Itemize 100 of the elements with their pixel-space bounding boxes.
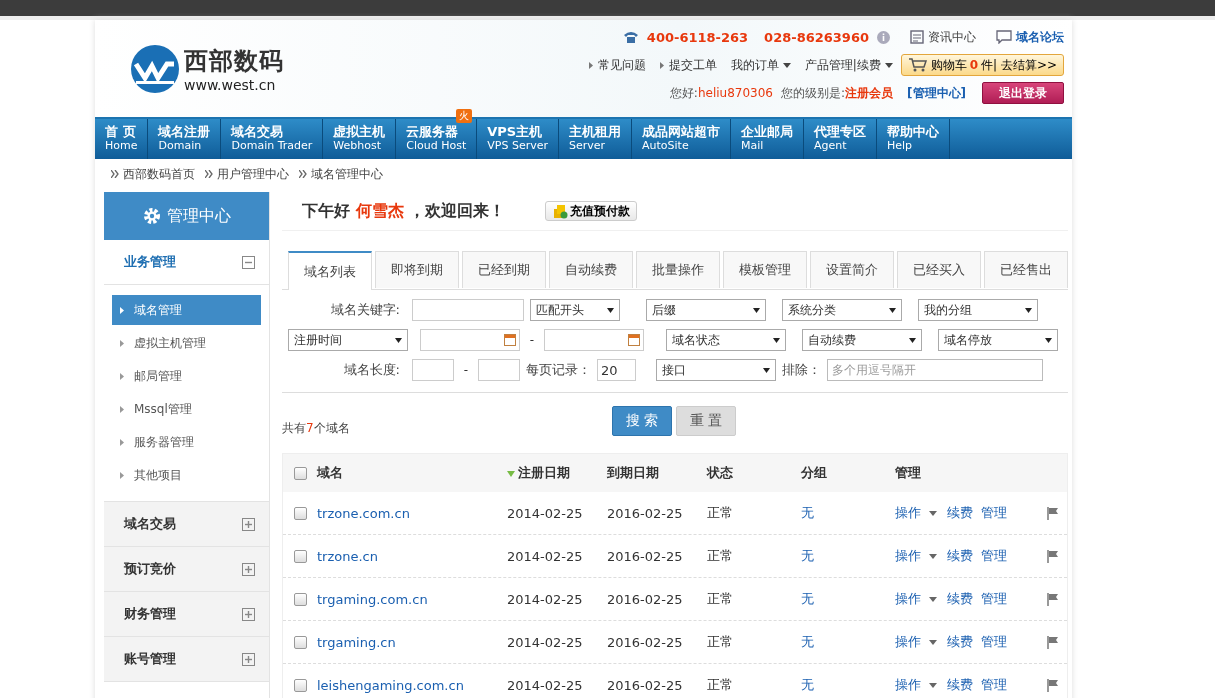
action-link[interactable]: 续费 [947, 676, 973, 694]
date-field[interactable] [420, 329, 520, 351]
sidebar-item[interactable]: 邮局管理 [112, 361, 261, 391]
checkbox[interactable] [293, 592, 307, 606]
search-button[interactable]: 搜 索 [612, 406, 672, 436]
minus-box-icon[interactable] [242, 255, 255, 269]
action-link[interactable]: 续费 [947, 504, 973, 522]
tab[interactable]: 已经买入 [897, 251, 981, 288]
domain-link[interactable]: trgaming.cn [317, 634, 396, 650]
group-link[interactable]: 无 [801, 634, 814, 649]
sidebar-item[interactable]: 服务器管理 [112, 427, 261, 457]
action-link[interactable]: 续费 [947, 590, 973, 608]
sidebar-item[interactable]: Mssql管理 [112, 394, 261, 424]
sidebar-item[interactable]: 其他项目 [112, 460, 261, 490]
table-cell: 2016-02-25 [607, 634, 683, 650]
admin-link[interactable]: [管理中心] [907, 84, 966, 102]
bullet-icon [120, 372, 124, 380]
dropdown[interactable]: 自动续费 [802, 329, 922, 351]
action-link[interactable]: 管理 [981, 590, 1007, 608]
column-header[interactable]: 分组 [801, 465, 827, 480]
input-field[interactable] [412, 359, 454, 381]
column-header[interactable]: 到期日期 [607, 465, 659, 480]
domain-link[interactable]: trzone.cn [317, 548, 378, 564]
sidebar-item[interactable]: 虚拟主机管理 [112, 328, 261, 358]
dropdown[interactable]: 我的分组 [918, 299, 1038, 321]
cart-icon [907, 58, 928, 72]
column-header[interactable]: 注册日期 [507, 465, 570, 480]
sidebar-group[interactable]: 预订竞价 [104, 547, 269, 592]
checkbox[interactable] [293, 635, 307, 649]
action-link[interactable]: 续费 [947, 633, 973, 651]
action-link[interactable]: 续费 [947, 547, 973, 565]
dropdown[interactable]: 系统分类 [782, 299, 902, 321]
tab[interactable]: 模板管理 [723, 251, 807, 288]
tab[interactable]: 已经到期 [462, 251, 546, 288]
domain-link[interactable]: trzone.com.cn [317, 505, 410, 521]
cart-button[interactable]: 购物车 0 件| 去结算>> [900, 54, 1064, 76]
plus-box-icon[interactable] [242, 652, 255, 666]
sidebar-group[interactable]: 财务管理 [104, 592, 269, 637]
tab[interactable]: 自动续费 [549, 251, 633, 288]
flag-icon [1047, 506, 1059, 520]
sidebar-group[interactable]: 账号管理 [104, 637, 269, 682]
breadcrumb-link[interactable]: 西部数码首页 [123, 165, 195, 183]
column-header[interactable]: 域名 [317, 465, 343, 480]
reset-button[interactable]: 重 置 [676, 406, 736, 436]
dropdown[interactable]: 域名状态 [666, 329, 786, 351]
sidebar-title-text: 管理中心 [166, 205, 231, 227]
logout-button[interactable]: 退出登录 [982, 82, 1064, 104]
tab[interactable]: 批量操作 [636, 251, 720, 288]
checkbox[interactable] [293, 506, 307, 520]
action-link[interactable]: 管理 [981, 676, 1007, 694]
top-link[interactable]: 资讯中心 [928, 28, 976, 46]
action-link[interactable]: 操作 [895, 676, 921, 694]
menu-link[interactable]: 常见问题 [588, 56, 646, 74]
domain-link[interactable]: trgaming.com.cn [317, 591, 428, 607]
flag-icon [1047, 678, 1059, 692]
input-field[interactable]: 20 [597, 359, 636, 381]
action-link[interactable]: 管理 [981, 504, 1007, 522]
news-icon [910, 30, 924, 44]
checkbox[interactable] [293, 678, 307, 692]
breadcrumb-link[interactable]: 用户管理中心 [217, 165, 289, 183]
tab[interactable]: 设置简介 [810, 251, 894, 288]
tab[interactable]: 域名列表 [288, 251, 372, 290]
action-link[interactable]: 操作 [895, 633, 921, 651]
plus-box-icon[interactable] [242, 562, 255, 576]
table-cell: 2016-02-25 [607, 677, 683, 693]
action-link[interactable]: 操作 [895, 504, 921, 522]
action-link[interactable]: 管理 [981, 547, 1007, 565]
tab[interactable]: 即将到期 [375, 251, 459, 288]
recharge-button[interactable]: 充值预付款 [545, 201, 638, 221]
dropdown[interactable]: 后缀 [646, 299, 766, 321]
breadcrumb-link[interactable]: 域名管理中心 [311, 165, 383, 183]
menu-link[interactable]: 我的订单 [730, 56, 791, 74]
group-link[interactable]: 无 [801, 591, 814, 606]
plus-box-icon[interactable] [242, 607, 255, 621]
input-field[interactable] [478, 359, 520, 381]
checkbox[interactable] [293, 549, 307, 563]
input-field[interactable] [412, 299, 524, 321]
domain-link[interactable]: leishengaming.com.cn [317, 677, 464, 693]
date-field[interactable] [544, 329, 644, 351]
top-link[interactable]: 域名论坛 [1016, 28, 1064, 46]
phone-number: 400-6118-263 [646, 29, 749, 45]
menu-link[interactable]: 提交工单 [659, 56, 717, 74]
tab[interactable]: 已经售出 [984, 251, 1068, 288]
group-link[interactable]: 无 [801, 677, 814, 692]
sidebar-item[interactable]: 域名管理 [112, 295, 261, 325]
column-header[interactable]: 状态 [707, 465, 733, 480]
dropdown[interactable]: 接口 [656, 359, 776, 381]
group-link[interactable]: 无 [801, 548, 814, 563]
dropdown[interactable]: 域名停放 [938, 329, 1058, 351]
action-link[interactable]: 操作 [895, 547, 921, 565]
column-header[interactable]: 管理 [895, 464, 921, 482]
dropdown[interactable]: 匹配开头 [530, 299, 620, 321]
action-link[interactable]: 管理 [981, 633, 1007, 651]
menu-link[interactable]: 产品管理|续费 [804, 56, 893, 74]
checkbox[interactable] [293, 466, 307, 480]
action-link[interactable]: 操作 [895, 590, 921, 608]
dropdown[interactable]: 注册时间 [288, 329, 408, 351]
sidebar-group[interactable]: 域名交易 [104, 502, 269, 547]
group-link[interactable]: 无 [801, 505, 814, 520]
plus-box-icon[interactable] [242, 517, 255, 531]
